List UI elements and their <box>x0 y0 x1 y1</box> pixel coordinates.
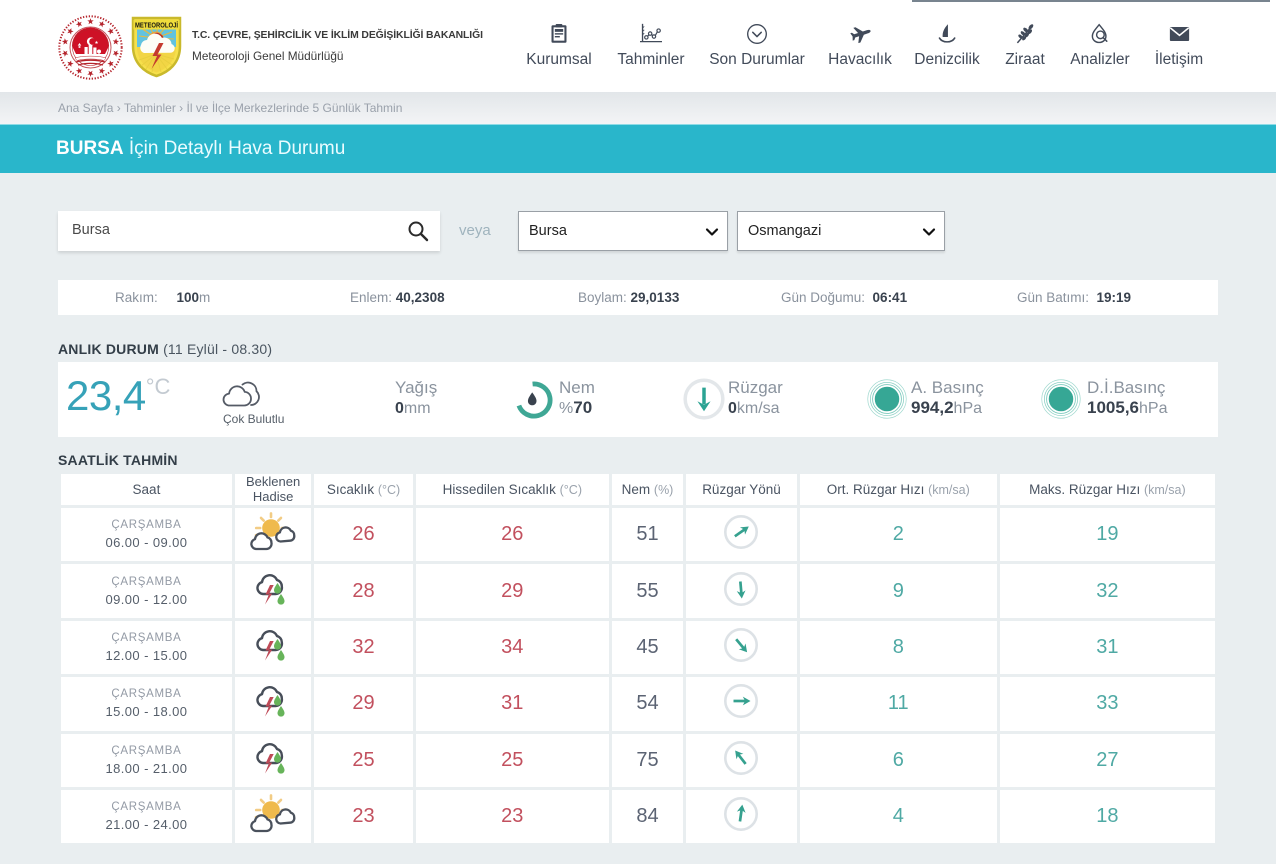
svg-text:METEOROLOJİ: METEOROLOJİ <box>135 21 178 30</box>
